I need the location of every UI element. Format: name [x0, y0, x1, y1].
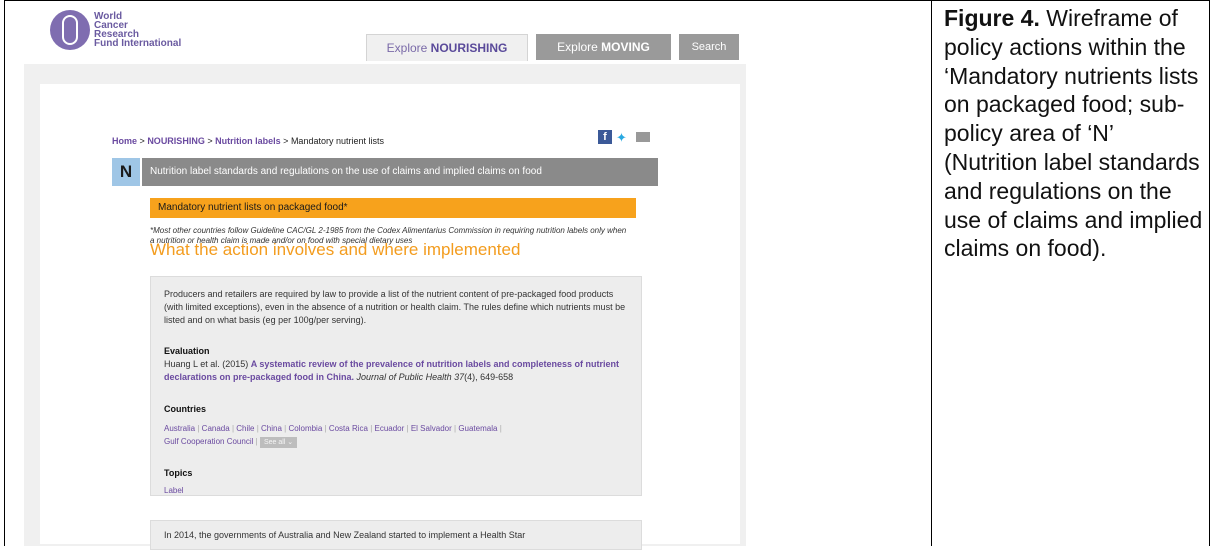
- table-border-middle: [931, 0, 932, 546]
- tab-prefix: Explore: [386, 41, 428, 55]
- caduceus-icon: [62, 15, 78, 45]
- table-border-right: [1209, 0, 1210, 546]
- country-link[interactable]: Chile: [236, 424, 254, 433]
- country-link[interactable]: Gulf Cooperation Council: [164, 437, 253, 446]
- breadcrumb-nutrition-labels[interactable]: Nutrition labels: [215, 136, 281, 146]
- breadcrumb-home[interactable]: Home: [112, 136, 137, 146]
- twitter-icon[interactable]: ✦: [616, 131, 627, 145]
- breadcrumb-separator: >: [139, 136, 145, 146]
- see-all-button[interactable]: See all ⌄: [259, 437, 298, 448]
- tab-prefix: Explore: [557, 40, 598, 54]
- evaluation-authors: Huang L et al. (2015): [164, 359, 249, 369]
- topics-heading: Topics: [164, 468, 193, 478]
- policy-letter-badge: N: [112, 158, 140, 186]
- country-link[interactable]: Canada: [202, 424, 230, 433]
- search-button[interactable]: Search: [679, 34, 739, 60]
- section-heading: What the action involves and where imple…: [150, 240, 521, 259]
- country-link[interactable]: China: [261, 424, 282, 433]
- figure-label: Figure 4.: [944, 5, 1040, 31]
- policy-action-title: Mandatory nutrient lists on packaged foo…: [150, 198, 636, 218]
- site-header: World Cancer Research Fund International…: [6, 2, 746, 64]
- evaluation-issue: (4), 649-658: [464, 372, 514, 382]
- breadcrumb-separator: >: [207, 136, 213, 146]
- country-link[interactable]: Colombia: [288, 424, 322, 433]
- countries-heading: Countries: [164, 404, 207, 414]
- evaluation-heading: Evaluation: [164, 346, 210, 356]
- table-border-left: [4, 0, 5, 546]
- next-action-text: In 2014, the governments of Australia an…: [164, 530, 526, 540]
- figure-caption: Figure 4. Wireframe of policy actions wi…: [944, 4, 1204, 263]
- see-all-label: See all: [263, 439, 286, 446]
- mail-icon[interactable]: [636, 132, 650, 142]
- countries-list: Australia | Canada | Chile | China | Col…: [164, 424, 502, 448]
- table-border-top: [4, 0, 1210, 1]
- logo-text[interactable]: World Cancer Research Fund International: [94, 12, 204, 49]
- breadcrumb-current: Mandatory nutrient lists: [290, 136, 384, 146]
- facebook-icon[interactable]: f: [598, 130, 612, 144]
- evaluation-reference: Huang L et al. (2015) A systematic revie…: [164, 358, 638, 384]
- breadcrumb-nourishing[interactable]: NOURISHING: [147, 136, 205, 146]
- country-link[interactable]: El Salvador: [411, 424, 452, 433]
- tab-strong: NOURISHING: [430, 41, 508, 55]
- logo-line: Fund International: [94, 38, 182, 49]
- country-link[interactable]: Costa Rica: [329, 424, 368, 433]
- country-link[interactable]: Guatemala: [458, 424, 497, 433]
- action-description: Producers and retailers are required by …: [164, 289, 626, 325]
- share-links: f ✦: [598, 130, 658, 146]
- evaluation-journal: Journal of Public Health 37: [356, 372, 465, 382]
- policy-area-title: Nutrition label standards and regulation…: [142, 158, 658, 186]
- tab-explore-moving[interactable]: Explore MOVING: [536, 34, 671, 60]
- country-link[interactable]: Ecuador: [375, 424, 405, 433]
- tab-explore-nourishing[interactable]: Explore NOURISHING: [366, 34, 528, 61]
- breadcrumb-separator: >: [283, 136, 289, 146]
- tab-strong: MOVING: [601, 40, 650, 54]
- figure-caption-text: Wireframe of policy actions within the ‘…: [944, 5, 1203, 262]
- breadcrumb: Home > NOURISHING > Nutrition labels > M…: [112, 136, 384, 146]
- chevron-down-icon: ⌄: [287, 439, 294, 446]
- topic-link[interactable]: Label: [164, 486, 184, 495]
- country-link[interactable]: Australia: [164, 424, 195, 433]
